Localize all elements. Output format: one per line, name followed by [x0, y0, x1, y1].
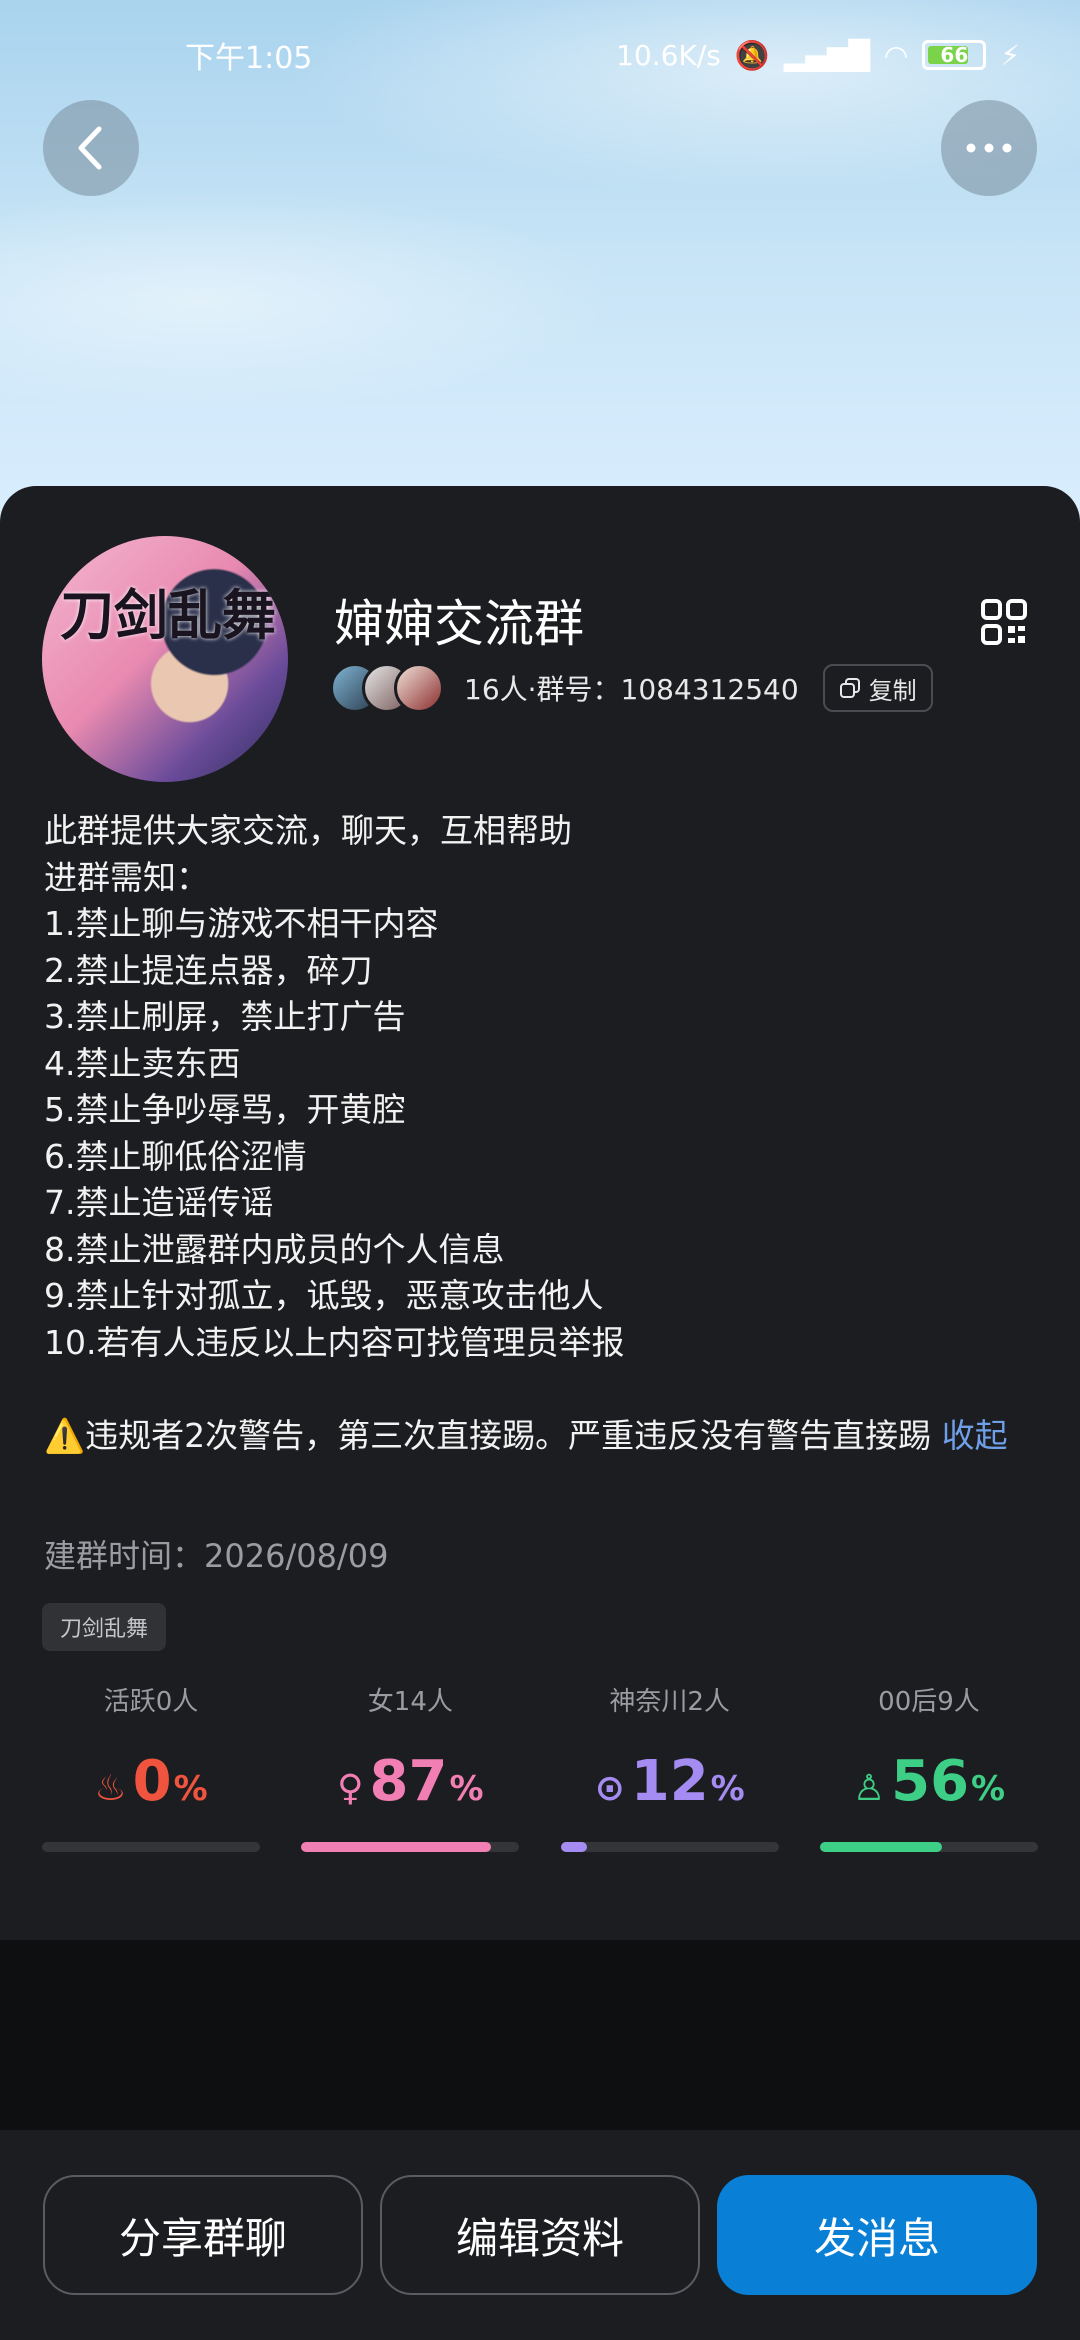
stat-percent-sign: % [710, 1769, 745, 1809]
female-icon: ♀ [337, 1768, 364, 1809]
stat-value: ♨ 0% [94, 1749, 207, 1814]
group-name: 婶婶交流群 [334, 595, 584, 653]
group-info-card: 刀剑乱舞 婶婶交流群 16人·群号：1084312540 复制 此群提供大家交流… [0, 486, 1080, 1940]
collapse-link[interactable]: 收起 [942, 1416, 1008, 1455]
stat-label: 00后9人 [878, 1687, 980, 1717]
status-bar: 下午1:05 10.6K/s 🔕 ▂▄▆█ ◠ 66 ⚡ [0, 0, 1080, 110]
more-icon [966, 143, 1012, 153]
stat-progress-fill [819, 1842, 943, 1852]
person-icon: ♙ [852, 1768, 886, 1809]
stat-value: ♙ 56% [853, 1749, 1005, 1814]
stat-item: 00后9人 ♙ 56% [819, 1681, 1038, 1852]
net-speed: 10.6K/s [616, 38, 721, 72]
mute-icon: 🔕 [734, 38, 770, 72]
stats-row: 活跃0人 ♨ 0% 女14人 ♀ 87% 神奈川2人 ⊙ 12% 00后9人 ♙ 56% [42, 1681, 1038, 1852]
stat-progress-bar [819, 1842, 1038, 1852]
create-time: 建群时间：2026/08/09 [44, 1537, 389, 1575]
copy-icon [839, 678, 860, 698]
stat-value: ⊙ 12% [595, 1749, 745, 1814]
copy-label: 复制 [868, 676, 917, 705]
group-avatar[interactable]: 刀剑乱舞 [42, 536, 288, 782]
stat-percent-sign: % [449, 1769, 484, 1809]
description-text: 此群提供大家交流，聊天，互相帮助 进群需知： 1.禁止聊与游戏不相干内容 2.禁… [44, 811, 932, 1455]
stat-item: 活跃0人 ♨ 0% [42, 1681, 260, 1852]
charging-icon: ⚡ [1000, 38, 1020, 72]
more-button[interactable] [941, 100, 1037, 196]
copy-button[interactable]: 复制 [822, 664, 933, 712]
group-description: 此群提供大家交流，聊天，互相帮助 进群需知： 1.禁止聊与游戏不相干内容 2.禁… [44, 808, 1044, 1459]
wifi-icon: ◠ [883, 38, 909, 72]
stat-label: 女14人 [367, 1687, 453, 1717]
member-avatars [330, 663, 444, 713]
stat-percent-sign: % [173, 1769, 208, 1809]
flame-icon: ♨ [94, 1768, 127, 1809]
share-group-button[interactable]: 分享群聊 [43, 2175, 363, 2295]
members-count-and-id: 16人·群号：1084312540 [464, 673, 799, 706]
stat-progress-bar [42, 1842, 260, 1852]
stat-percent-sign: % [971, 1769, 1006, 1809]
location-icon: ⊙ [594, 1768, 625, 1809]
bottom-action-bar: 分享群聊 编辑资料 发消息 [0, 2130, 1080, 2340]
battery-icon: 66 [922, 40, 987, 70]
send-message-button[interactable]: 发消息 [717, 2175, 1037, 2295]
stat-label: 活跃0人 [103, 1687, 199, 1717]
stat-progress-fill [560, 1842, 587, 1852]
member-avatar [394, 663, 444, 713]
back-button[interactable] [43, 100, 139, 196]
stat-progress-fill [301, 1842, 491, 1852]
stat-progress-bar [301, 1842, 520, 1852]
stat-number: 56 [891, 1749, 970, 1814]
stat-number: 0 [132, 1749, 172, 1814]
stat-progress-bar [560, 1842, 779, 1852]
stat-item: 神奈川2人 ⊙ 12% [560, 1681, 779, 1852]
back-icon [78, 126, 102, 170]
stat-value: ♀ 87% [337, 1749, 483, 1814]
battery-level: 66 [940, 43, 969, 67]
status-time: 下午1:05 [185, 41, 313, 76]
members-row[interactable]: 16人·群号：1084312540 复制 [330, 661, 933, 715]
stat-number: 12 [630, 1749, 709, 1814]
stat-label: 神奈川2人 [609, 1687, 730, 1717]
signal-icon: ▂▄▆█ [783, 38, 870, 72]
stat-number: 87 [369, 1749, 448, 1814]
avatar-logo-text: 刀剑乱舞 [60, 583, 276, 647]
stat-item: 女14人 ♀ 87% [301, 1681, 520, 1852]
status-icons: 10.6K/s 🔕 ▂▄▆█ ◠ 66 ⚡ [616, 39, 1020, 72]
group-tag[interactable]: 刀剑乱舞 [42, 1603, 167, 1651]
edit-profile-button[interactable]: 编辑资料 [380, 2175, 700, 2295]
qr-code-icon[interactable] [980, 598, 1028, 646]
